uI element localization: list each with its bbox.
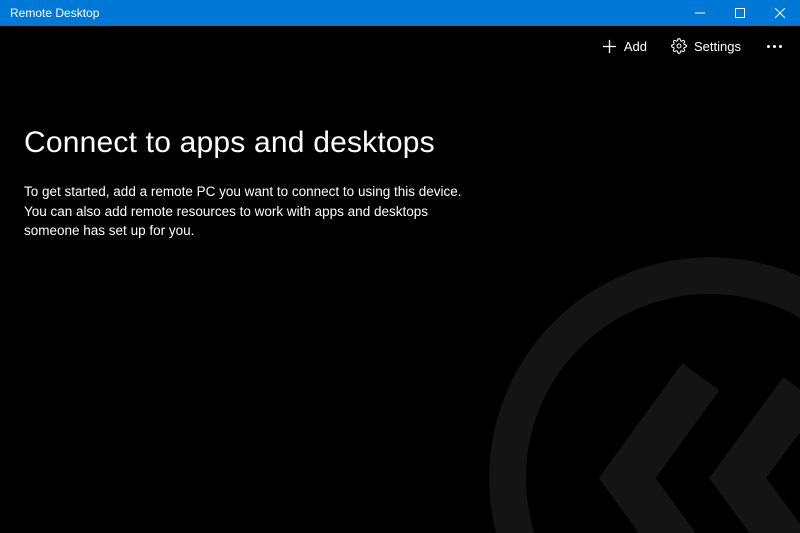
titlebar: Remote Desktop <box>0 0 800 26</box>
plus-icon <box>602 39 617 54</box>
minimize-icon <box>695 8 705 18</box>
add-button[interactable]: Add <box>590 26 659 66</box>
more-button[interactable] <box>753 26 796 66</box>
page-heading: Connect to apps and desktops <box>24 126 800 160</box>
page-description: To get started, add a remote PC you want… <box>24 182 464 241</box>
maximize-button[interactable] <box>720 0 760 26</box>
close-button[interactable] <box>760 0 800 26</box>
gear-icon <box>671 38 687 54</box>
settings-button[interactable]: Settings <box>659 26 753 66</box>
dot-icon <box>779 45 782 48</box>
add-label: Add <box>624 39 647 54</box>
window-controls <box>680 0 800 26</box>
dot-icon <box>773 45 776 48</box>
maximize-icon <box>735 8 745 18</box>
settings-label: Settings <box>694 39 741 54</box>
dot-icon <box>767 45 770 48</box>
main-content: Connect to apps and desktops To get star… <box>0 66 800 533</box>
commandbar: Add Settings <box>0 26 800 66</box>
remote-desktop-logo-icon <box>480 248 800 533</box>
window-title: Remote Desktop <box>0 6 99 20</box>
close-icon <box>775 8 785 18</box>
minimize-button[interactable] <box>680 0 720 26</box>
app-window: Remote Desktop Add <box>0 0 800 533</box>
